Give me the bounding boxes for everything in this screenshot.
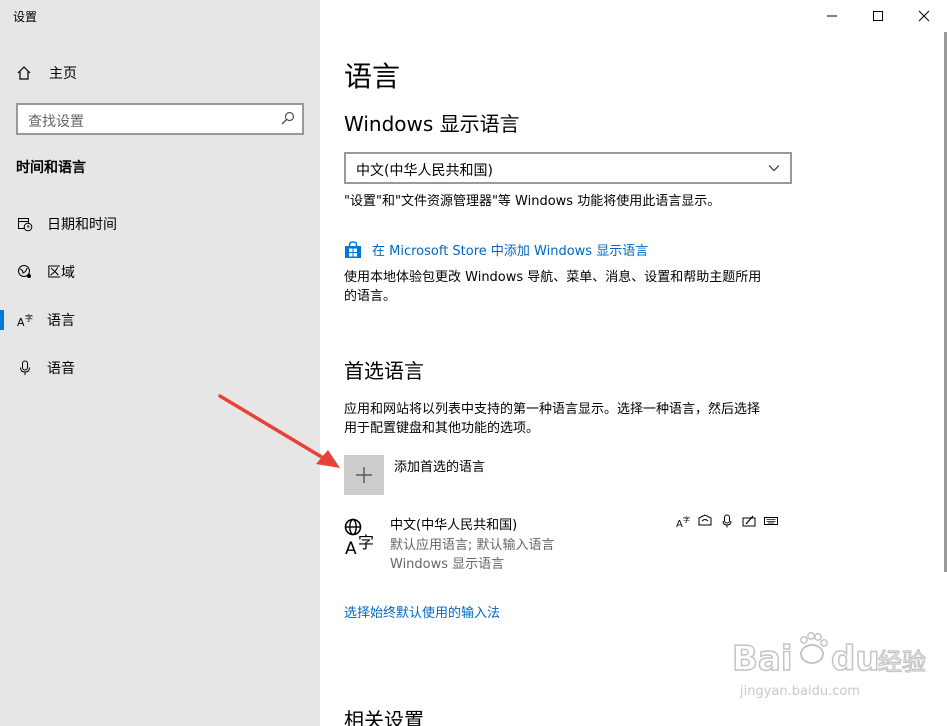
keyboard-icon	[764, 514, 778, 528]
display-language-value: 中文(中华人民共和国)	[356, 163, 493, 179]
svg-text:经验: 经验	[878, 648, 926, 676]
language-feature-icons: A字	[676, 514, 778, 528]
svg-text:A: A	[676, 519, 683, 528]
default-input-method-link[interactable]: 选择始终默认使用的输入法	[344, 602, 500, 621]
language-pack-icon: A字	[676, 514, 690, 528]
maximize-icon	[873, 11, 883, 21]
minimize-icon	[827, 15, 837, 17]
annotation-arrow	[218, 394, 340, 468]
plus-icon	[356, 467, 372, 483]
app-title: 设置	[13, 10, 38, 24]
close-button[interactable]	[901, 0, 947, 32]
store-desc-line2: 的语言。	[344, 289, 397, 304]
preferred-desc-line1: 应用和网站将以列表中支持的第一种语言显示。选择一种语言，然后选择	[344, 402, 761, 417]
related-settings-heading: 相关设置	[344, 708, 424, 726]
language-glyph-icon: A 字	[344, 518, 374, 558]
sidebar-item-region[interactable]: 区域	[0, 252, 320, 292]
display-language-heading: Windows 显示语言	[344, 112, 520, 136]
language-name: 中文(中华人民共和国)	[390, 518, 518, 533]
svg-text:字: 字	[358, 533, 374, 552]
baidu-watermark: Bai du 经验 jingyan.baidu.com	[730, 620, 930, 720]
minimize-button[interactable]	[809, 0, 855, 32]
maximize-button[interactable]	[855, 0, 901, 32]
svg-text:jingyan.baidu.com: jingyan.baidu.com	[739, 684, 860, 699]
calendar-clock-icon	[17, 216, 33, 232]
add-language-label[interactable]: 添加首选的语言	[394, 456, 485, 475]
store-desc-line1: 使用本地体验包更改 Windows 导航、菜单、消息、设置和帮助主题所用	[344, 270, 762, 285]
language-detail: 默认应用语言; 默认输入语言	[390, 538, 555, 553]
home-nav-item[interactable]: 主页	[16, 62, 77, 84]
microphone-icon	[720, 514, 734, 528]
preferred-language-heading: 首选语言	[344, 359, 424, 383]
search-placeholder: 查找设置	[28, 114, 84, 130]
globe-region-icon	[17, 264, 33, 280]
home-label: 主页	[49, 66, 77, 82]
sidebar: 设置 主页 查找设置 时间和语言 日期和时间 区域 A 字 语言 语音	[0, 0, 320, 726]
svg-text:字: 字	[683, 515, 690, 524]
store-desc: 使用本地体验包更改 Windows 导航、菜单、消息、设置和帮助主题所用 的语言…	[344, 268, 761, 306]
svg-text:字: 字	[25, 313, 33, 323]
close-icon	[918, 10, 930, 22]
svg-text:A: A	[17, 316, 25, 328]
svg-text:Bai: Bai	[732, 639, 793, 679]
preferred-desc: 应用和网站将以列表中支持的第一种语言显示。选择一种语言，然后选择 用于配置键盘和…	[344, 400, 760, 438]
settings-window: 设置 主页 查找设置 时间和语言 日期和时间 区域 A 字 语言 语音 语言 W…	[0, 0, 947, 726]
search-icon[interactable]	[281, 111, 295, 125]
microphone-icon	[17, 360, 33, 376]
speech-icon	[698, 514, 712, 528]
svg-text:A: A	[345, 539, 357, 558]
store-link[interactable]: 在 Microsoft Store 中添加 Windows 显示语言	[372, 240, 648, 259]
display-language-note: "设置"和"文件资源管理器"等 Windows 功能将使用此语言显示。	[344, 194, 721, 209]
sidebar-item-speech[interactable]: 语音	[0, 348, 320, 388]
microsoft-store-icon	[345, 240, 361, 258]
language-detail: Windows 显示语言	[390, 557, 505, 572]
sidebar-item-label: 日期和时间	[47, 217, 117, 233]
home-icon	[17, 66, 31, 80]
add-language-button[interactable]	[344, 455, 384, 495]
sidebar-item-language[interactable]: A 字 语言	[0, 300, 320, 340]
page-title: 语言	[344, 60, 401, 93]
chevron-down-icon	[768, 165, 780, 172]
search-input[interactable]: 查找设置	[16, 103, 304, 135]
sidebar-section-title: 时间和语言	[16, 160, 86, 176]
store-link-row[interactable]: 在 Microsoft Store 中添加 Windows 显示语言	[344, 240, 648, 259]
language-list-item[interactable]: A 字 中文(中华人民共和国) 默认应用语言; 默认输入语言 Windows 显…	[344, 514, 792, 574]
svg-text:du: du	[831, 639, 880, 679]
display-language-select[interactable]: 中文(中华人民共和国)	[344, 152, 792, 184]
handwriting-icon	[742, 514, 756, 528]
sidebar-item-label: 语音	[47, 361, 75, 377]
preferred-desc-line2: 用于配置键盘和其他功能的选项。	[344, 421, 540, 436]
sidebar-item-date-time[interactable]: 日期和时间	[0, 204, 320, 244]
sidebar-item-label: 语言	[47, 313, 75, 329]
sidebar-item-label: 区域	[47, 265, 75, 281]
language-icon: A 字	[17, 312, 33, 328]
